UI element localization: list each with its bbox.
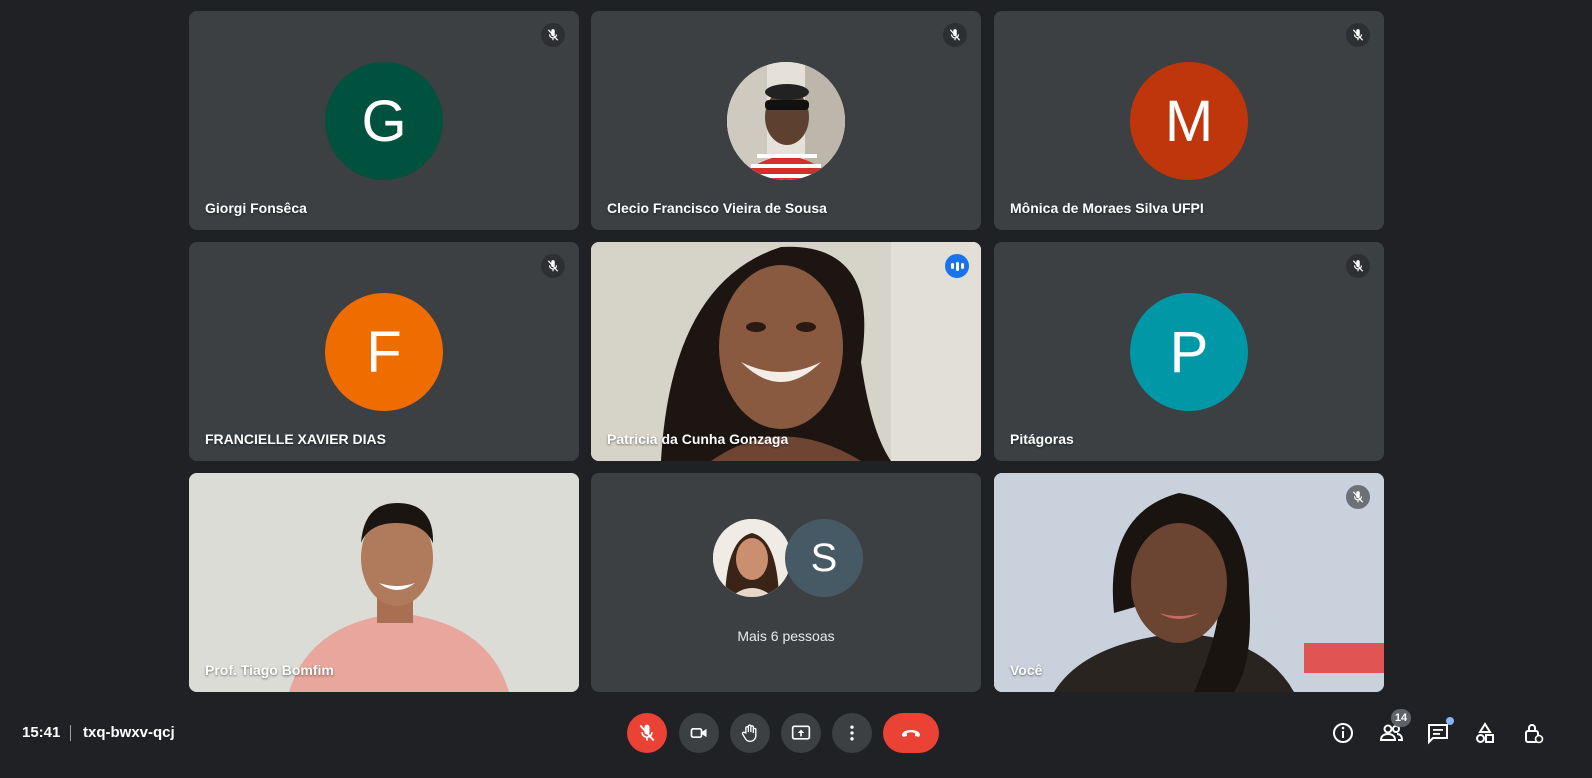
participant-tile[interactable]: P Pitágoras xyxy=(994,242,1384,461)
mic-off-icon xyxy=(639,724,655,742)
leave-call-button[interactable] xyxy=(883,713,939,753)
avatar: S xyxy=(785,519,863,597)
participant-tile[interactable]: Prof. Tiago Bomfim xyxy=(189,473,579,692)
avatar xyxy=(713,519,791,597)
avatar xyxy=(727,62,845,180)
participant-name: FRANCIELLE XAVIER DIAS xyxy=(205,431,386,447)
meeting-details-button[interactable] xyxy=(1329,719,1357,747)
people-button[interactable]: 14 xyxy=(1377,709,1411,747)
participant-name: Você xyxy=(1010,662,1043,678)
lock-icon xyxy=(1525,724,1544,744)
raise-hand-button[interactable] xyxy=(730,713,770,753)
mic-off-icon xyxy=(1346,254,1370,278)
camera-toggle-button[interactable] xyxy=(679,713,719,753)
participant-tile[interactable]: F FRANCIELLE XAVIER DIAS xyxy=(189,242,579,461)
more-options-button[interactable] xyxy=(832,713,872,753)
more-participants-label: Mais 6 pessoas xyxy=(737,628,835,644)
host-controls-button[interactable] xyxy=(1519,719,1547,747)
mic-off-icon xyxy=(1346,485,1370,509)
participant-name: Clecio Francisco Vieira de Sousa xyxy=(607,200,827,216)
participant-tile-active-speaker[interactable]: Patricia da Cunha Gonzaga xyxy=(591,242,981,461)
activities-button[interactable] xyxy=(1471,719,1499,747)
bottom-control-bar: 15:41 txq-bwxv-qcj 14 xyxy=(0,704,1592,778)
speaking-indicator-icon xyxy=(945,254,969,278)
mic-off-icon xyxy=(541,23,565,47)
avatar: M xyxy=(1130,62,1248,180)
people-count-badge: 14 xyxy=(1391,709,1411,727)
participant-tile[interactable]: M Mônica de Moraes Silva UFPI xyxy=(994,11,1384,230)
divider xyxy=(70,725,71,741)
present-icon xyxy=(791,725,811,740)
mic-toggle-button[interactable] xyxy=(627,713,667,753)
present-screen-button[interactable] xyxy=(781,713,821,753)
participant-name: Prof. Tiago Bomfim xyxy=(205,662,334,678)
hangup-icon xyxy=(902,730,920,737)
chat-button[interactable] xyxy=(1424,717,1454,747)
raise-hand-icon xyxy=(741,724,757,743)
more-participants-avatars: S xyxy=(591,519,981,599)
meeting-code: txq-bwxv-qcj xyxy=(83,724,175,741)
camera-icon xyxy=(690,728,707,738)
avatar: F xyxy=(325,293,443,411)
info-icon xyxy=(1333,723,1353,743)
avatar: P xyxy=(1130,293,1248,411)
chat-icon xyxy=(1428,724,1448,745)
participant-name: Pitágoras xyxy=(1010,431,1074,447)
participant-name: Giorgi Fonsêca xyxy=(205,200,307,216)
participant-tile[interactable]: G Giorgi Fonsêca xyxy=(189,11,579,230)
participant-name: Mônica de Moraes Silva UFPI xyxy=(1010,200,1204,216)
meeting-clock: 15:41 xyxy=(22,724,61,741)
avatar: G xyxy=(325,62,443,180)
more-participants-tile[interactable]: S Mais 6 pessoas xyxy=(591,473,981,692)
participant-name: Patricia da Cunha Gonzaga xyxy=(607,431,789,447)
self-video xyxy=(994,473,1384,692)
unread-dot xyxy=(1446,717,1454,725)
participant-grid: G Giorgi Fonsêca Clecio Francisco Vieira… xyxy=(0,0,1592,778)
mic-off-icon xyxy=(943,23,967,47)
more-options-icon xyxy=(850,725,854,741)
mic-off-icon xyxy=(541,254,565,278)
mic-off-icon xyxy=(1346,23,1370,47)
activities-icon xyxy=(1476,722,1494,743)
participant-video xyxy=(189,473,579,692)
self-tile[interactable]: Você xyxy=(994,473,1384,692)
participant-tile[interactable]: Clecio Francisco Vieira de Sousa xyxy=(591,11,981,230)
participant-video xyxy=(591,242,981,461)
